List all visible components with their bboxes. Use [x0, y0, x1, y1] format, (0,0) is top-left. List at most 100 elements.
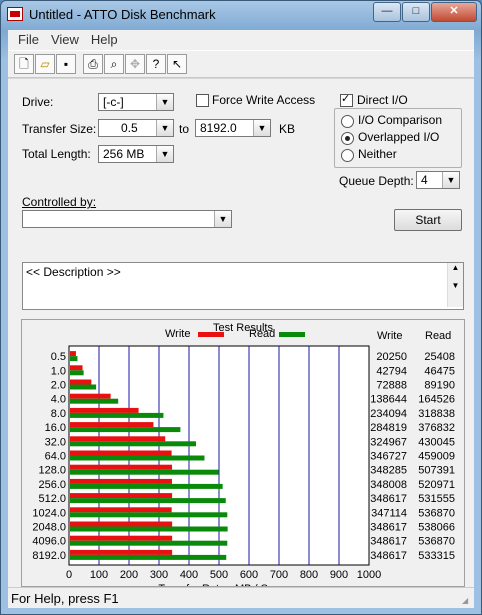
- x-tick-label: 800: [300, 569, 318, 581]
- write-value: 346727: [370, 451, 407, 463]
- app-window: Untitled - ATTO Disk Benchmark — □ ✕ Fil…: [0, 0, 482, 615]
- context-help-icon[interactable]: ↖: [167, 54, 187, 74]
- x-tick-label: 900: [330, 569, 348, 581]
- transfer-to-select[interactable]: 8192.0 ▼: [195, 119, 271, 137]
- y-category-label: 32.0: [45, 436, 66, 448]
- chevron-down-icon[interactable]: ▼: [214, 211, 231, 227]
- read-value: 520971: [418, 479, 455, 491]
- read-bar: [70, 469, 219, 475]
- y-category-label: 8.0: [51, 408, 66, 420]
- menu-file[interactable]: File: [12, 30, 45, 50]
- write-value: 20250: [376, 351, 407, 363]
- y-category-label: 1.0: [51, 365, 66, 377]
- new-icon[interactable]: 🗋: [14, 54, 34, 74]
- print-icon[interactable]: ⎙: [83, 54, 103, 74]
- app-icon[interactable]: [7, 7, 23, 21]
- read-bar: [70, 512, 228, 518]
- chevron-down-icon[interactable]: ▼: [442, 172, 459, 188]
- y-category-label: 64.0: [45, 451, 66, 463]
- chevron-down-icon[interactable]: ▼: [156, 120, 173, 136]
- menu-view[interactable]: View: [45, 30, 85, 50]
- transfer-unit-label: KB: [279, 122, 296, 136]
- description-text: << Description >>: [26, 265, 121, 279]
- force-write-checkbox[interactable]: [196, 94, 209, 107]
- read-value: 538066: [418, 522, 455, 534]
- description-box[interactable]: << Description >> ▲ ▼: [22, 262, 464, 310]
- controlled-by-select[interactable]: ▼: [22, 210, 232, 228]
- queue-depth-select[interactable]: 4 ▼: [416, 171, 460, 189]
- menu-help[interactable]: Help: [85, 30, 124, 50]
- minimize-button[interactable]: —: [373, 2, 401, 22]
- transfer-from-select[interactable]: 0.5 ▼: [98, 119, 174, 137]
- chevron-down-icon[interactable]: ▼: [156, 146, 173, 162]
- write-bar: [70, 549, 173, 555]
- write-bar: [70, 351, 76, 357]
- write-value: 348008: [370, 479, 407, 491]
- neither-radio[interactable]: [341, 149, 354, 162]
- overlapped-io-radio[interactable]: [341, 132, 354, 145]
- main-panel: Drive: [-c-] ▼ Force Write Access Transfe…: [8, 78, 474, 595]
- chevron-down-icon[interactable]: ▼: [253, 120, 270, 136]
- transfer-to-label: to: [179, 122, 190, 136]
- resize-grip-icon[interactable]: ◢: [462, 596, 472, 606]
- direct-io-checkbox[interactable]: [340, 92, 353, 107]
- start-button[interactable]: Start: [394, 209, 462, 231]
- read-bar: [70, 483, 223, 489]
- io-comparison-label: I/O Comparison: [358, 113, 443, 127]
- y-category-label: 512.0: [38, 493, 66, 505]
- read-bar: [70, 412, 164, 418]
- print-preview-icon[interactable]: ⌕: [104, 54, 124, 74]
- write-value: 347114: [371, 507, 407, 519]
- y-category-label: 1024.0: [32, 507, 66, 519]
- legend-read-swatch: [279, 332, 305, 337]
- write-bar: [70, 521, 173, 527]
- legend-read-label: Read: [249, 328, 275, 340]
- write-value: 348617: [370, 550, 407, 562]
- close-button[interactable]: ✕: [431, 2, 477, 22]
- read-value: 89190: [424, 380, 455, 392]
- write-bar: [70, 407, 139, 413]
- transfer-size-label: Transfer Size:: [22, 122, 97, 136]
- write-value: 348617: [370, 493, 407, 505]
- y-category-label: 16.0: [45, 422, 66, 434]
- force-write-label: Force Write Access: [212, 93, 316, 107]
- save-icon[interactable]: ▪: [56, 54, 76, 74]
- y-category-label: 0.5: [51, 351, 66, 363]
- write-value: 324967: [370, 436, 407, 448]
- status-bar: For Help, press F1 ◢: [8, 587, 474, 608]
- read-value: 430045: [418, 436, 455, 448]
- write-bar: [70, 478, 172, 484]
- total-length-select[interactable]: 256 MB ▼: [98, 145, 174, 163]
- y-category-label: 4.0: [51, 394, 66, 406]
- move-icon[interactable]: ✥: [125, 54, 145, 74]
- write-value: 348617: [370, 536, 407, 548]
- y-category-label: 2048.0: [32, 522, 66, 534]
- write-value: 42794: [376, 365, 407, 377]
- x-axis-label: Transfer Rate - MB / Sec: [158, 583, 280, 586]
- read-bar: [70, 384, 97, 390]
- io-comparison-radio[interactable]: [341, 115, 354, 128]
- read-bar: [70, 498, 226, 504]
- write-bar: [70, 393, 111, 399]
- legend-write-label: Write: [165, 328, 190, 340]
- drive-select[interactable]: [-c-] ▼: [98, 93, 174, 111]
- x-tick-label: 0: [66, 569, 72, 581]
- write-bar: [70, 464, 173, 470]
- title-bar[interactable]: Untitled - ATTO Disk Benchmark — □ ✕: [1, 1, 481, 29]
- read-value: 46475: [424, 365, 455, 377]
- read-bar: [70, 427, 181, 433]
- write-bar: [70, 379, 92, 385]
- help-icon[interactable]: ?: [146, 54, 166, 74]
- menu-bar: File View Help: [8, 30, 474, 50]
- description-scrollbar[interactable]: ▲ ▼: [447, 263, 463, 307]
- write-value: 348617: [370, 522, 407, 534]
- queue-depth-label: Queue Depth:: [339, 174, 414, 188]
- y-category-label: 8192.0: [32, 550, 66, 562]
- y-category-label: 2.0: [51, 380, 66, 392]
- maximize-button[interactable]: □: [402, 2, 430, 22]
- open-icon[interactable]: ▱: [35, 54, 55, 74]
- write-bar: [70, 493, 173, 499]
- chevron-down-icon[interactable]: ▼: [156, 94, 173, 110]
- x-tick-label: 500: [210, 569, 228, 581]
- read-bar: [70, 441, 196, 447]
